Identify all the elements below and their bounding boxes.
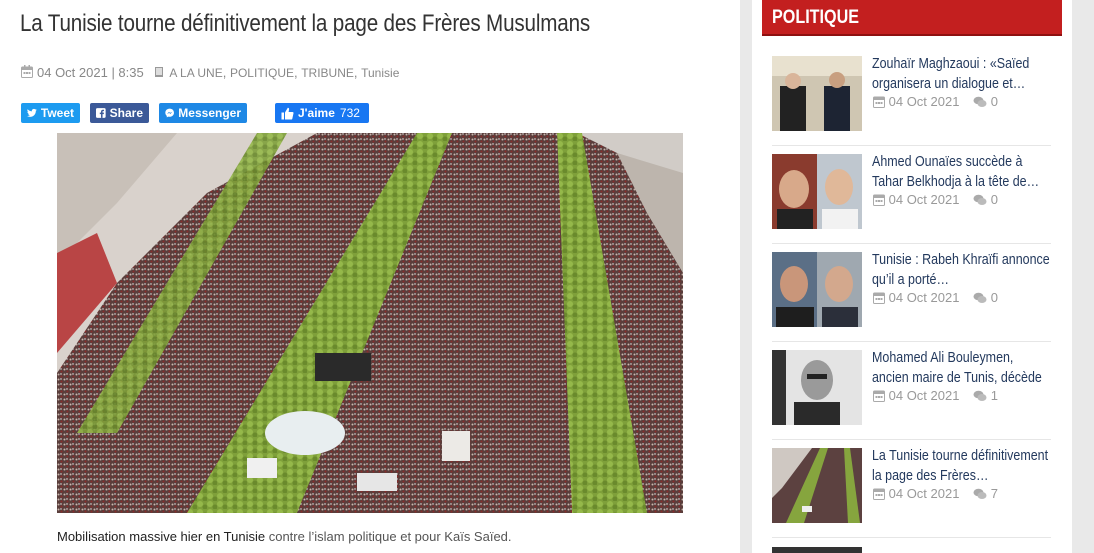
messenger-button[interactable]: Messenger <box>159 103 247 123</box>
facebook-share-button[interactable]: Share <box>90 103 149 123</box>
facebook-icon <box>96 108 106 118</box>
comments-icon <box>973 488 987 499</box>
article-date: 04 Oct 2021 | 8:35 <box>37 65 144 80</box>
news-meta: 04 Oct 2021 0 <box>873 94 998 109</box>
like-label: J'aime <box>298 106 335 120</box>
category-link-politique[interactable]: POLITIQUE <box>230 66 294 80</box>
list-item[interactable]: Mohamed Ali Bouleymen, ancien maire de T… <box>772 341 1051 440</box>
news-title-link[interactable]: La Tunisie tourne définitivement la page… <box>872 446 1052 486</box>
news-date: 04 Oct 2021 <box>888 94 960 109</box>
news-title-link[interactable]: Zouhaïr Maghzaoui : «Saïed organisera un… <box>872 54 1052 94</box>
category-link-a-la-une[interactable]: A LA UNE <box>169 66 222 80</box>
news-comment-count: 1 <box>990 388 998 403</box>
share-label: Share <box>109 106 143 120</box>
calendar-icon <box>873 390 885 402</box>
comments-icon <box>973 194 987 205</box>
news-comment-count: 0 <box>990 290 998 305</box>
calendar-icon <box>873 96 885 108</box>
news-thumbnail[interactable] <box>772 56 862 131</box>
calendar-icon <box>873 488 885 500</box>
category-link-tunisie[interactable]: Tunisie <box>361 66 399 80</box>
news-thumbnail[interactable] <box>772 350 862 425</box>
book-icon <box>155 67 164 77</box>
photo-caption: Mobilisation massive hier en Tunisie con… <box>57 529 512 544</box>
category-link-tribune[interactable]: TRIBUNE <box>301 66 354 80</box>
caption-main: Mobilisation massive hier en Tunisie <box>57 529 266 544</box>
news-meta: 04 Oct 2021 7 <box>873 486 998 501</box>
crowd-photo-illustration <box>57 133 683 513</box>
news-meta: 04 Oct 2021 0 <box>873 290 998 305</box>
news-thumbnail[interactable] <box>772 154 862 229</box>
tweet-label: Tweet <box>40 106 74 120</box>
list-item[interactable]: Tunisie : Rabeh Khraïfi annonce qu’il a … <box>772 243 1051 342</box>
news-date: 04 Oct 2021 <box>888 388 960 403</box>
news-meta: 04 Oct 2021 1 <box>873 388 998 403</box>
thumbs-up-icon <box>281 107 294 119</box>
caption-rest: contre l’islam politique et pour Kaïs Sa… <box>265 529 512 544</box>
comments-icon <box>973 96 987 107</box>
tweet-button[interactable]: Tweet <box>21 103 80 123</box>
article-column: La Tunisie tourne définitivement la page… <box>0 0 740 553</box>
news-title-link[interactable]: Tunisie : Rabeh Khraïfi annonce qu’il a … <box>872 250 1052 290</box>
news-thumbnail[interactable] <box>772 547 862 553</box>
list-item[interactable]: Ahmed Ounaïes succède à Tahar Belkhodja … <box>772 145 1051 244</box>
news-title-link[interactable]: Mohamed Ali Bouleymen, ancien maire de T… <box>872 348 1052 388</box>
messenger-label: Messenger <box>178 106 241 120</box>
sidebar-heading-label: POLITIQUE <box>772 7 860 28</box>
news-meta: 04 Oct 2021 0 <box>873 192 998 207</box>
comments-icon <box>973 390 987 401</box>
news-comment-count: 0 <box>990 94 998 109</box>
sidebar-heading: POLITIQUE <box>762 0 1062 36</box>
facebook-like-button[interactable]: J'aime 732 <box>275 103 369 123</box>
news-date: 04 Oct 2021 <box>888 486 960 501</box>
news-date: 04 Oct 2021 <box>888 290 960 305</box>
news-comment-count: 0 <box>990 192 998 207</box>
like-count: 732 <box>339 106 360 120</box>
calendar-icon <box>21 65 33 78</box>
list-item-partial[interactable] <box>772 547 1051 553</box>
calendar-icon <box>873 292 885 304</box>
page-scrollbar[interactable] <box>1076 0 1094 553</box>
news-comment-count: 7 <box>990 486 998 501</box>
article-title: La Tunisie tourne définitivement la page… <box>20 10 591 37</box>
messenger-icon <box>165 108 174 118</box>
news-date: 04 Oct 2021 <box>888 192 960 207</box>
news-thumbnail[interactable] <box>772 448 862 523</box>
news-title-link[interactable]: Ahmed Ounaïes succède à Tahar Belkhodja … <box>872 152 1052 192</box>
news-thumbnail[interactable] <box>772 252 862 327</box>
calendar-icon <box>873 194 885 206</box>
sidebar-politique: POLITIQUE Zouhaïr Maghzaoui : «Saïed org… <box>752 0 1072 553</box>
list-item[interactable]: La Tunisie tourne définitivement la page… <box>772 439 1051 538</box>
list-item[interactable]: Zouhaïr Maghzaoui : «Saïed organisera un… <box>772 47 1051 146</box>
article-meta: 04 Oct 2021 | 8:35 A LA UNE, POLITIQUE, … <box>21 65 399 80</box>
twitter-bird-icon <box>27 108 37 117</box>
article-photo-crowd <box>57 133 683 513</box>
comments-icon <box>973 292 987 303</box>
